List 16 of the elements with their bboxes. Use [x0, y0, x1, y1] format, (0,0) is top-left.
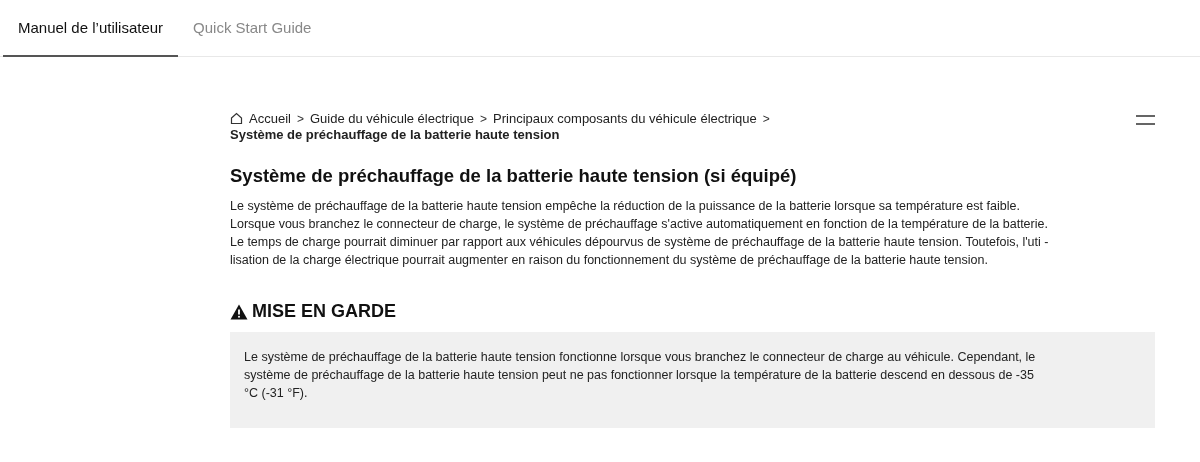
caution-text: Le système de préchauffage de la batterie haute tension fonctionne lorsque vous branchez le connecteur de charge au véhicule. Cependant, le système de préchauffage de la batterie haute tension peut ne pas fonctionner lorsque la température de la batterie descend en dessous de -35 °C (-31 °F). — [244, 349, 1037, 402]
caution-title: MISE EN GARDE — [252, 301, 397, 322]
warning-icon — [230, 303, 248, 320]
breadcrumb-link[interactable]: Accueil — [249, 111, 291, 126]
separator: > — [480, 111, 487, 126]
separator: > — [762, 111, 770, 126]
menu-icon[interactable] — [1136, 115, 1155, 125]
home-icon — [230, 112, 243, 125]
separator: > — [296, 111, 304, 126]
page-title: Système de préchauffage de la batterie haute tension (si équipé) — [230, 165, 798, 187]
breadcrumb-current: Système de préchauffage de la batterie haute tension — [230, 127, 561, 142]
breadcrumb-link[interactable]: Principaux composants du véhicule électrique — [493, 111, 757, 126]
breadcrumb-link[interactable]: Guide du véhicule électrique — [309, 111, 474, 126]
tab[interactable]: Manuel de l’utilisateur — [3, 0, 179, 57]
tab[interactable]: Quick Start Guide — [178, 0, 327, 57]
body-paragraph: Le système de préchauffage de la batterie haute tension empêche la réduction de la puissance de la batterie lorsque sa température est faible. Lorsque vous branchez le connecteur de charge, le système de préchauffage s'active automatiquement en fonction de la température de la batterie. Le temps de charge pourrait diminuer par rapport aux véhicules dépourvus de système de préchauffage de la batterie haute tension. Toutefois, l'uti - lisation de la charge électrique pourrait augmenter en raison du fonctionnement du système de préchauffage de la batterie haute tension. — [230, 198, 1050, 269]
